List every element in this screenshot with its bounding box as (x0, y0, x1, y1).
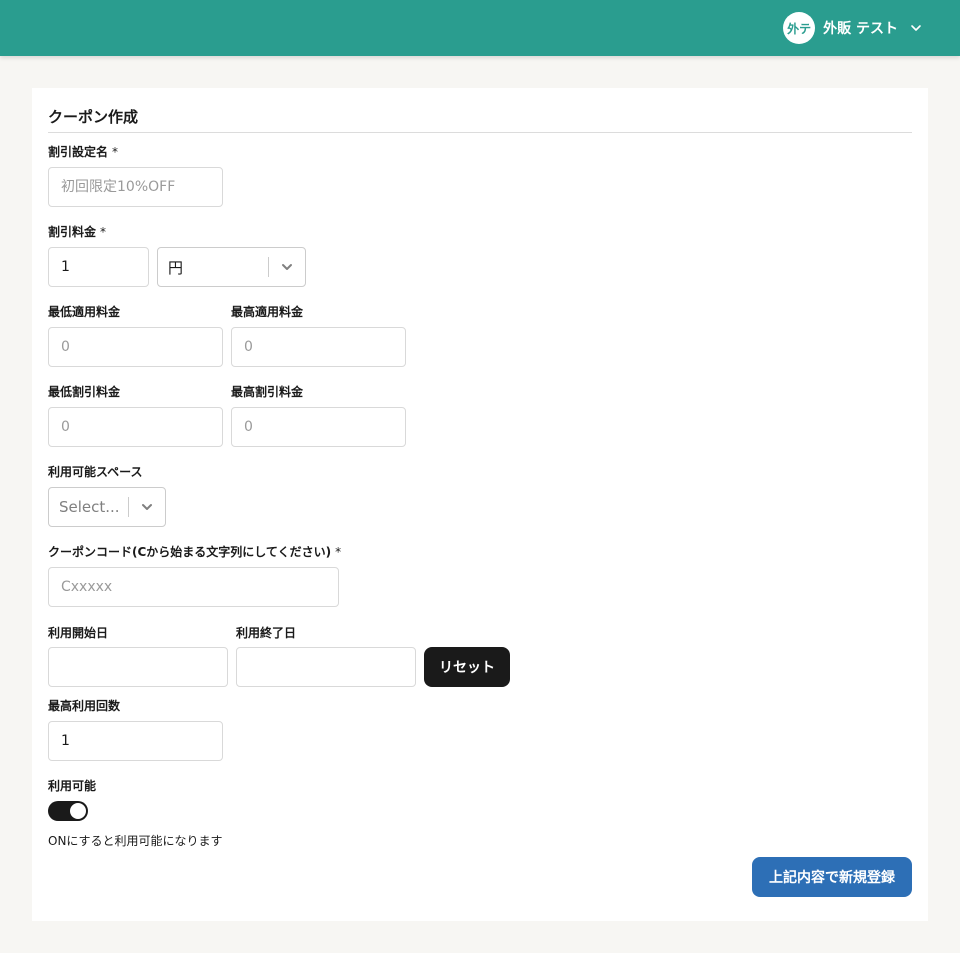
min-applicable-label: 最低適用料金 (48, 305, 121, 319)
spaces-select[interactable]: Select... (48, 487, 166, 527)
min-discount-label: 最低割引料金 (48, 385, 121, 399)
max-discount-label: 最高割引料金 (231, 385, 304, 399)
discount-amount-input[interactable] (48, 247, 149, 287)
discount-name-label-text: 割引設定名 (48, 145, 109, 159)
spaces-select-placeholder: Select... (59, 498, 120, 516)
app-header: 外テ 外販 テスト (0, 0, 960, 56)
toggle-knob (70, 803, 86, 819)
coupon-code-label: クーポンコード(Cから始まる文字列にしてください) * (48, 543, 341, 560)
coupon-code-label-text: クーポンコード(Cから始まる文字列にしてください) (48, 545, 332, 559)
required-mark: * (335, 545, 342, 559)
required-mark: * (112, 145, 119, 159)
discount-name-input[interactable] (48, 167, 223, 207)
coupon-code-input[interactable] (48, 567, 339, 607)
min-discount-input[interactable] (48, 407, 223, 447)
submit-button[interactable]: 上記内容で新規登録 (752, 857, 912, 897)
discount-amount-label: 割引料金 * (48, 223, 106, 240)
user-name: 外販 テスト (823, 21, 898, 37)
spaces-label: 利用可能スペース (48, 465, 143, 479)
chevron-down-icon[interactable] (129, 488, 165, 526)
discount-name-label: 割引設定名 * (48, 143, 118, 160)
discount-unit-value: 円 (168, 258, 184, 277)
required-mark: * (100, 225, 107, 239)
max-uses-input[interactable] (48, 721, 223, 761)
available-label: 利用可能 (48, 779, 97, 793)
reset-button[interactable]: リセット (424, 647, 510, 687)
min-applicable-input[interactable] (48, 327, 223, 367)
discount-unit-select[interactable]: 円 (157, 247, 306, 287)
available-toggle[interactable] (48, 801, 88, 821)
user-menu[interactable]: 外テ 外販 テスト (783, 12, 922, 44)
max-applicable-label: 最高適用料金 (231, 305, 304, 319)
max-uses-label: 最高利用回数 (48, 699, 121, 713)
start-date-input[interactable] (48, 647, 228, 687)
title-divider (48, 132, 912, 133)
start-date-label: 利用開始日 (48, 626, 109, 640)
max-discount-input[interactable] (231, 407, 406, 447)
coupon-form-card: クーポン作成 割引設定名* 割引料金* 円 最低適用料金 最高適用料金 最低割引… (32, 88, 928, 921)
max-applicable-input[interactable] (231, 327, 406, 367)
chevron-down-icon (910, 22, 922, 34)
end-date-label: 利用終了日 (236, 626, 297, 640)
end-date-input[interactable] (236, 647, 416, 687)
page-title: クーポン作成 (48, 108, 139, 126)
available-hint: ONにすると利用可能になります (48, 834, 223, 848)
chevron-down-icon[interactable] (269, 248, 305, 286)
discount-amount-label-text: 割引料金 (48, 225, 97, 239)
avatar: 外テ (783, 12, 816, 44)
